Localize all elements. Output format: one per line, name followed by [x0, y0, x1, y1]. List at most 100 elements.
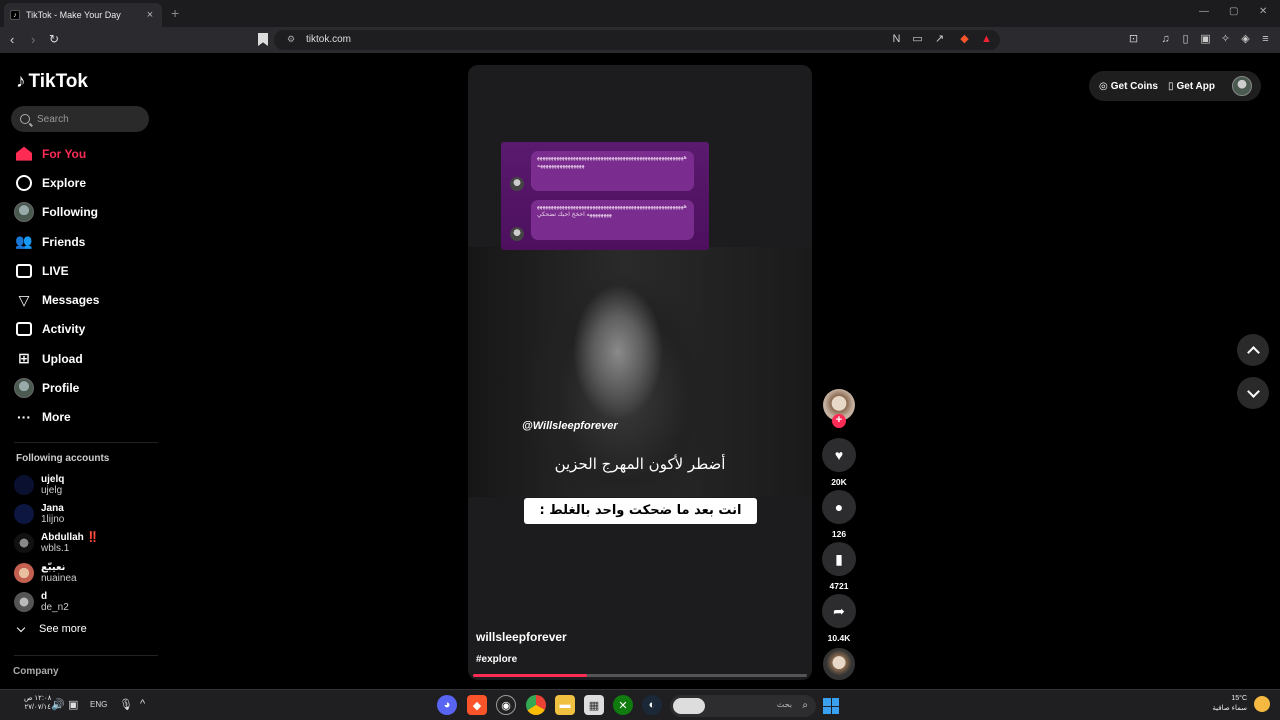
chevron-down-icon [16, 623, 26, 632]
bookmark-icon[interactable] [258, 33, 268, 46]
brave-shields-icon[interactable]: ◆ [958, 33, 971, 46]
browser-tab[interactable]: ♪ TikTok - Make Your Day × [4, 3, 162, 27]
leo-icon[interactable]: ✧ [1219, 33, 1232, 46]
save-count: 4721 [829, 581, 849, 591]
language-indicator[interactable]: ENG [90, 700, 107, 709]
browser-toolbar: ‹ › ↻ ⚙ tiktok.com N ▭ ↗ ◆ ▲ ⊡ ♫ ▯ ▣ ✧ ◈… [0, 27, 1280, 53]
search-input[interactable]: Search [11, 106, 149, 132]
sidebar-item-label: Upload [42, 351, 83, 366]
sidebar-item-upload[interactable]: ⊞ Upload [14, 344, 99, 373]
clock-date: ٢٧/٠٧/١٤ [24, 704, 51, 711]
back-icon[interactable]: ‹ [10, 32, 14, 47]
previous-video-button[interactable] [1237, 334, 1269, 366]
sidebar-item-activity[interactable]: Activity [14, 315, 99, 344]
search-icon [20, 114, 30, 124]
divider [14, 655, 158, 656]
list-item[interactable]: Abdullah ‼️ wbls.1 [14, 529, 99, 558]
save-button[interactable]: ▮ [822, 542, 856, 576]
minimize-button[interactable]: — [1199, 6, 1209, 17]
tab-title: TikTok - Make Your Day [26, 10, 121, 20]
list-item[interactable]: نعيبّع nuainea [14, 558, 99, 587]
address-bar[interactable]: ⚙ tiktok.com N ▭ ↗ ◆ ▲ [274, 30, 1000, 50]
sidebar-item-label: For You [42, 146, 87, 161]
sidebar-item-label: Messages [42, 293, 100, 308]
xbox-icon[interactable]: ✕ [613, 695, 633, 715]
account-handle: nuainea [41, 572, 77, 584]
chat-screenshot: هههههههههههههههههههههههههههههههههههههههه… [501, 142, 709, 250]
sidebar-item-friends[interactable]: 👥 Friends [14, 227, 99, 256]
logo-text: TikTok [28, 71, 88, 92]
wallet-icon[interactable]: ▣ [1199, 33, 1212, 46]
file-explorer-icon[interactable]: ▬ [555, 695, 575, 715]
site-info-icon[interactable]: ⚙ [287, 34, 295, 45]
menu-icon[interactable]: ≡ [1259, 33, 1272, 46]
search-placeholder: Search [37, 113, 69, 125]
comment-button[interactable]: ● [822, 490, 856, 524]
sidebar-item-label: LIVE [42, 263, 69, 278]
vpn-icon[interactable]: ◈ [1239, 33, 1252, 46]
sound-avatar[interactable] [823, 648, 855, 680]
see-more-button[interactable]: See more [16, 623, 87, 635]
list-item[interactable]: d de_n2 [14, 587, 99, 616]
message-box-icon [14, 319, 34, 339]
media-icon[interactable]: ♫ [1159, 33, 1172, 46]
screenshot-icon[interactable]: ⊡ [1127, 33, 1140, 46]
account-handle: 1lijno [41, 513, 65, 525]
follow-plus-icon[interactable]: + [832, 414, 846, 428]
microphone-icon[interactable]: 🎙 [119, 698, 133, 711]
weather-widget[interactable]: 15°C سماء صافية [1212, 694, 1247, 714]
close-window-button[interactable]: ✕ [1259, 6, 1267, 17]
plus-box-icon: ⊞ [18, 350, 30, 367]
steam-icon[interactable]: ◐ [642, 695, 662, 715]
video-watermark-handle: @Willsleepforever [522, 420, 618, 432]
network-icon[interactable]: ▣ [68, 698, 78, 711]
like-button[interactable]: ♥ [822, 438, 856, 472]
video-hashtag[interactable]: #explore [476, 654, 517, 665]
avatar [14, 474, 34, 495]
company-link[interactable]: Company [13, 666, 59, 677]
store-icon[interactable]: ▦ [584, 695, 604, 715]
next-video-button[interactable] [1237, 377, 1269, 409]
clock[interactable]: ١٢:٠٨ ص ٢٧/٠٧/١٤ [24, 694, 51, 712]
list-item[interactable]: Jana 1lijno [14, 499, 99, 528]
brave-icon[interactable]: ◆ [467, 695, 487, 715]
chrome-icon[interactable] [526, 695, 546, 715]
taskbar-search[interactable]: بحث ⌕ [670, 695, 816, 717]
cast-icon[interactable]: ▭ [911, 33, 924, 46]
following-accounts-list: ujelq ujelg Jana 1lijno Abdullah ‼️ wbls… [14, 470, 99, 616]
list-item[interactable]: ujelq ujelg [14, 470, 99, 499]
video-player[interactable]: هههههههههههههههههههههههههههههههههههههههه… [468, 65, 812, 680]
volume-icon[interactable]: 🔊 [51, 698, 65, 711]
video-progress-bar[interactable] [473, 674, 807, 677]
no-translate-icon[interactable]: N [890, 33, 903, 46]
sidebar-item-messages[interactable]: ▽ Messages [14, 285, 100, 314]
new-tab-button[interactable]: + [171, 5, 179, 21]
discord-icon[interactable]: ◕ [437, 695, 457, 715]
get-coins-button[interactable]: ◎ Get Coins [1099, 81, 1158, 92]
caption-line-2: انت بعد ما ضحكت واحد بالغلط : [524, 498, 757, 524]
obs-icon[interactable]: ◉ [496, 695, 516, 715]
windows-start-icon[interactable] [823, 698, 839, 714]
share-button[interactable]: ➦ [822, 594, 856, 628]
user-avatar[interactable] [1232, 76, 1252, 96]
reload-icon[interactable]: ↻ [49, 32, 59, 46]
chat-avatar [510, 177, 524, 191]
get-app-button[interactable]: ▯ Get App [1168, 81, 1215, 92]
video-author[interactable]: willsleepforever [476, 630, 567, 644]
sidebar-item-for-you[interactable]: For You [14, 139, 99, 168]
sidebar-item-profile[interactable]: Profile [14, 373, 99, 402]
sidebar-item-live[interactable]: LIVE [14, 256, 99, 285]
share-count: 10.4K [827, 633, 851, 643]
maximize-button[interactable]: ▢ [1229, 6, 1238, 17]
forward-icon[interactable]: › [31, 32, 35, 47]
sidebar-item-more[interactable]: ··· More [14, 403, 99, 432]
sidebar-icon[interactable]: ▯ [1179, 33, 1192, 46]
heart-icon: ♥ [834, 447, 844, 463]
sidebar-item-explore[interactable]: Explore [14, 168, 99, 197]
sidebar-item-following[interactable]: Following [14, 198, 99, 227]
brave-rewards-icon[interactable]: ▲ [980, 33, 993, 46]
share-icon[interactable]: ↗ [933, 33, 946, 46]
tab-close-icon[interactable]: × [144, 9, 156, 21]
tiktok-logo[interactable]: ♪ TikTok [16, 71, 88, 93]
chevron-up-icon[interactable]: ^ [140, 698, 145, 710]
